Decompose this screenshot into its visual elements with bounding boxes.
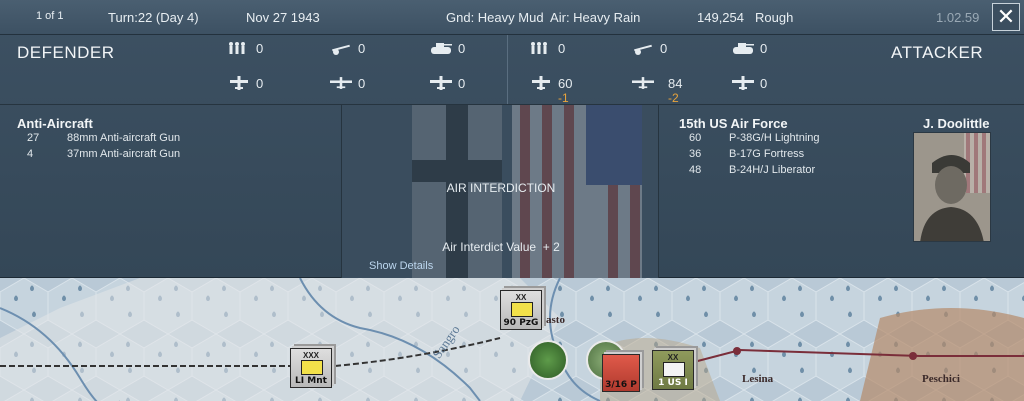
air-interdict-value: Air Interdict Value + 2 xyxy=(442,240,560,254)
unit-counter-90-pzg[interactable]: XX 90 PzG xyxy=(500,290,542,330)
hq-symbol-icon xyxy=(301,360,323,375)
unit-label: 90 PzG xyxy=(503,318,539,328)
unit-label: LI Mnt xyxy=(295,376,327,386)
gun-icon xyxy=(634,44,652,55)
attack-marker-icon[interactable] xyxy=(528,340,568,380)
infantry-icon xyxy=(229,42,245,54)
show-details-link[interactable]: Show Details xyxy=(369,260,433,272)
element-name: B-17G Fortress xyxy=(729,148,805,160)
defender-fighters-count: 0 xyxy=(256,76,264,91)
unit-counter-1-us-i[interactable]: XX 1 US I xyxy=(652,350,694,390)
map-town-peschici: Peschici xyxy=(922,373,960,385)
fighter-icon xyxy=(230,76,248,90)
tank-icon xyxy=(431,43,452,54)
aircraft-icon xyxy=(430,76,452,90)
turn-label: Turn:22 (Day 4) xyxy=(108,10,199,25)
fighter-icon xyxy=(532,76,550,90)
defender-tanks-count: 0 xyxy=(458,41,466,56)
attacker-fighters-loss: -1 xyxy=(558,91,569,105)
attacker-title: ATTACKER xyxy=(891,43,984,62)
tank-icon xyxy=(733,43,754,54)
page-indicator: 1 of 1 xyxy=(36,10,64,22)
element-count: 36 xyxy=(689,148,702,160)
element-count: 4 xyxy=(27,148,34,160)
element-count: 60 xyxy=(689,132,702,144)
element-count: 48 xyxy=(689,164,702,176)
attacker-bombers-loss: -2 xyxy=(668,91,679,105)
combat-header-bar: 1 of 1 Turn:22 (Day 4) Nov 27 1943 Gnd: … xyxy=(0,0,1024,35)
element-name: P-38G/H Lightning xyxy=(729,132,820,144)
bomber-icon xyxy=(632,77,654,89)
attacker-guns-count: 0 xyxy=(660,41,668,56)
commander-portrait-image xyxy=(914,133,990,241)
attacker-infantry-count: 0 xyxy=(558,41,566,56)
combat-result-box: AIR INTERDICTION Air Interdict Value + 2… xyxy=(341,105,659,278)
attacker-bombers-count: 84 xyxy=(668,76,683,91)
attacker-other-air-count: 0 xyxy=(760,76,768,91)
combat-report-panel: 1 of 1 Turn:22 (Day 4) Nov 27 1943 Gnd: … xyxy=(0,0,1024,278)
element-count: 27 xyxy=(27,132,40,144)
element-name: 37mm Anti-aircraft Gun xyxy=(67,148,181,160)
hex-location: 149,254 xyxy=(697,10,744,25)
commander-name: J. Doolittle xyxy=(923,116,990,131)
defender-bombers-count: 0 xyxy=(358,76,366,91)
game-map[interactable]: asto Lesina Peschici Sangro XX 90 PzG XX… xyxy=(0,278,1024,401)
version-label: 1.02.59 xyxy=(936,10,980,25)
attacker-tanks-count: 0 xyxy=(760,41,768,56)
element-name: 88mm Anti-aircraft Gun xyxy=(67,132,181,144)
weather-label: Gnd: Heavy Mud Air: Heavy Rain xyxy=(446,10,641,25)
map-town-vasto: asto xyxy=(546,314,565,326)
defender-title: DEFENDER xyxy=(17,43,115,62)
infantry-icon xyxy=(531,42,547,54)
stats-divider xyxy=(507,35,508,105)
unit-size: XX xyxy=(667,353,679,362)
gun-icon xyxy=(332,44,350,55)
unit-counter-li-mnt[interactable]: XXX LI Mnt xyxy=(290,348,332,388)
defender-guns-count: 0 xyxy=(358,41,366,56)
defender-box-title: Anti-Aircraft xyxy=(17,116,93,131)
aircraft-icon xyxy=(732,76,754,90)
defender-elements-box: Anti-Aircraft 27 88mm Anti-aircraft Gun … xyxy=(0,105,341,278)
terrain-label: Rough xyxy=(755,10,794,25)
attacker-elements-box: 15th US Air Force J. Doolittle 60 P-38G/… xyxy=(659,105,1024,278)
combat-type-title: AIR INTERDICTION xyxy=(446,181,556,195)
unit-label: 3/16 P xyxy=(605,380,637,390)
map-town-lesina: Lesina xyxy=(742,373,774,385)
attacker-fighters-count: 60 xyxy=(558,76,573,91)
unit-symbol-icon xyxy=(511,302,533,317)
infantry-symbol-icon xyxy=(663,362,685,377)
close-button[interactable]: ✕ xyxy=(992,3,1020,31)
commander-portrait[interactable] xyxy=(913,132,991,242)
attacker-box-title: 15th US Air Force xyxy=(679,116,788,131)
date-label: Nov 27 1943 xyxy=(246,10,320,25)
bomber-icon xyxy=(330,77,352,89)
element-name: B-24H/J Liberator xyxy=(729,164,816,176)
defender-infantry-count: 0 xyxy=(256,41,264,56)
unit-label: 1 US I xyxy=(658,378,688,388)
unit-counter-3-16-p[interactable]: 3/16 P xyxy=(602,354,640,392)
unit-size: XXX xyxy=(302,351,319,360)
defender-other-air-count: 0 xyxy=(458,76,466,91)
unit-size: XX xyxy=(515,293,527,302)
